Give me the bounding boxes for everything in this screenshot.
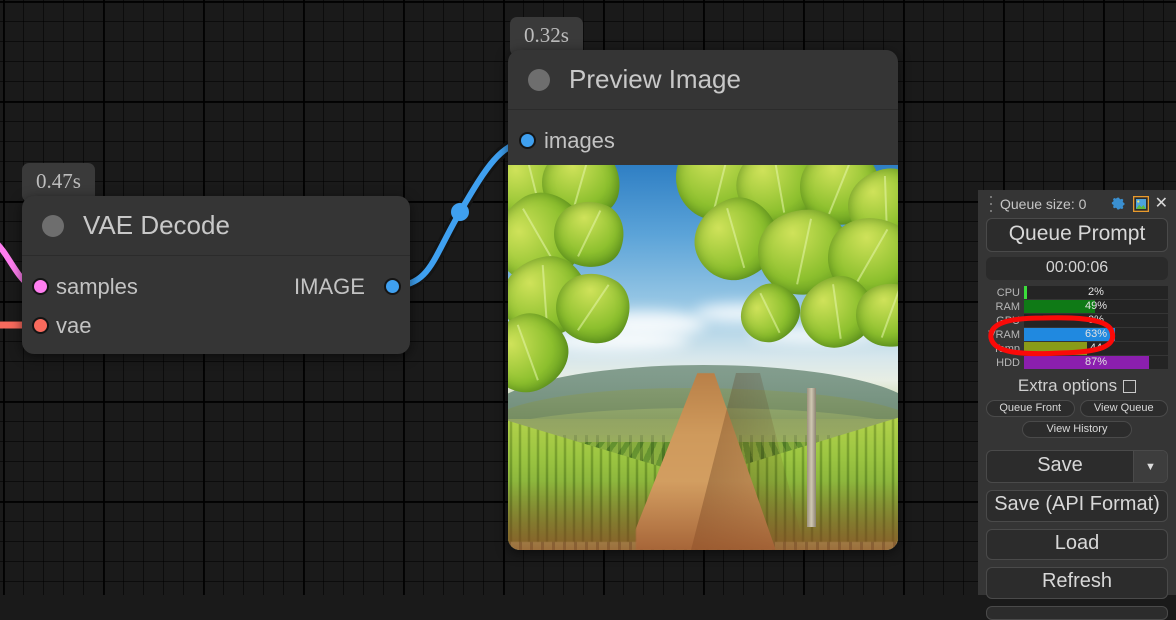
extra-options-row: Extra options [986, 376, 1168, 396]
resource-monitor: CPU 2% RAM 49% GPU 0% VRAM 63% [986, 286, 1168, 369]
output-label-image: IMAGE [294, 274, 365, 300]
gear-icon[interactable] [1111, 196, 1127, 212]
chevron-down-icon[interactable]: ▼ [1133, 451, 1167, 482]
view-history-button[interactable]: View History [1022, 421, 1132, 438]
resource-track-cpu: 2% [1024, 286, 1168, 299]
resource-track-hdd: 87% [1024, 356, 1168, 369]
queue-actions-row: Queue Front View Queue [986, 400, 1168, 417]
resource-label-cpu: CPU [986, 287, 1024, 299]
resource-value-gpu: 0% [1024, 314, 1168, 327]
resource-label-hdd: HDD [986, 357, 1024, 369]
extra-options-checkbox[interactable] [1123, 380, 1136, 393]
node-title-preview-image: Preview Image [569, 64, 741, 95]
resource-value-cpu: 2% [1024, 286, 1168, 299]
node-preview-image[interactable]: Preview Image [508, 50, 898, 550]
queue-front-button[interactable]: Queue Front [986, 400, 1075, 417]
node-collapse-icon[interactable] [528, 69, 550, 91]
resource-row-temp: Temp 44 [986, 342, 1168, 355]
input-port-images[interactable] [519, 132, 536, 149]
save-button-group[interactable]: Save ▼ [986, 450, 1168, 483]
resource-value-vram: 63% [1024, 328, 1168, 341]
vineyard-post [807, 388, 816, 527]
resource-track-vram: 63% [1024, 328, 1168, 341]
resource-row-cpu: CPU 2% [986, 286, 1168, 299]
resource-row-gpu: GPU 0% [986, 314, 1168, 327]
input-label-vae: vae [56, 313, 91, 339]
comfy-menu-panel[interactable]: Queue size: 0 ✕ Queue Prompt 00:00:06 CP… [978, 190, 1176, 595]
input-port-samples[interactable] [32, 278, 49, 295]
node-title-vae-decode: VAE Decode [83, 210, 230, 241]
extra-options-label: Extra options [1018, 376, 1117, 396]
resource-track-gpu: 0% [1024, 314, 1168, 327]
output-port-image[interactable] [384, 278, 401, 295]
refresh-button[interactable]: Refresh [986, 567, 1168, 599]
close-icon[interactable]: ✕ [1155, 197, 1168, 211]
node-header-preview-image[interactable]: Preview Image [508, 50, 898, 110]
save-button[interactable]: Save [987, 451, 1133, 482]
save-api-format-button[interactable]: Save (API Format) [986, 490, 1168, 522]
resource-label-gpu: GPU [986, 315, 1024, 327]
menu-topbar: Queue size: 0 ✕ [986, 190, 1168, 214]
queue-prompt-button[interactable]: Queue Prompt [986, 218, 1168, 252]
resource-row-ram: RAM 49% [986, 300, 1168, 313]
resource-label-vram: VRAM [986, 329, 1024, 341]
queue-size-label: Queue size: 0 [1000, 196, 1105, 212]
clipped-button[interactable] [986, 606, 1168, 620]
resource-value-ram: 49% [1024, 300, 1168, 313]
resource-value-temp: 44 [1024, 342, 1168, 355]
resource-track-ram: 49% [1024, 300, 1168, 313]
view-queue-button[interactable]: View Queue [1080, 400, 1169, 417]
node-collapse-icon[interactable] [42, 215, 64, 237]
drag-handle-icon[interactable] [988, 196, 994, 212]
resource-label-temp: Temp [986, 343, 1024, 355]
image-icon[interactable] [1133, 196, 1149, 212]
load-button[interactable]: Load [986, 529, 1168, 561]
input-label-samples: samples [56, 274, 138, 300]
execution-timer: 00:00:06 [986, 257, 1168, 280]
preview-image-output[interactable] [508, 165, 898, 550]
resource-track-temp: 44 [1024, 342, 1168, 355]
input-port-vae[interactable] [32, 317, 49, 334]
resource-label-ram: RAM [986, 301, 1024, 313]
resource-value-hdd: 87% [1024, 356, 1168, 369]
generated-vineyard-image [508, 165, 898, 550]
resource-row-vram: VRAM 63% [986, 328, 1168, 341]
node-header-vae-decode[interactable]: VAE Decode [22, 196, 410, 256]
resource-row-hdd: HDD 87% [986, 356, 1168, 369]
input-label-images: images [544, 128, 615, 154]
